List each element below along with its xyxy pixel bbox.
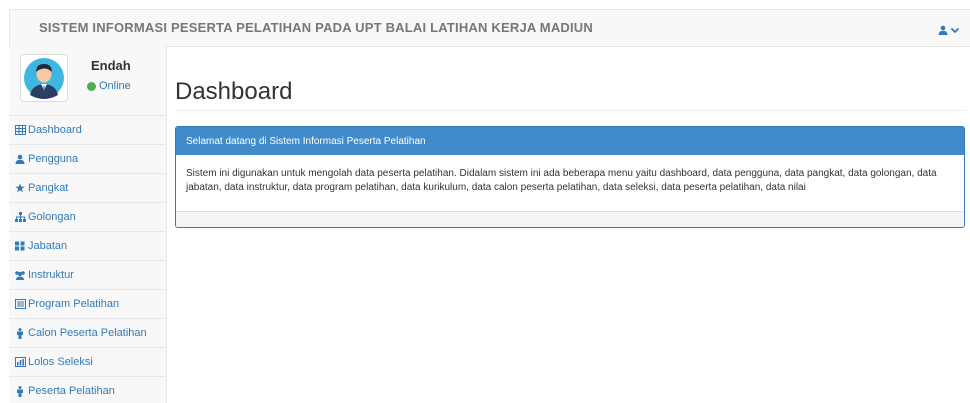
- sidebar-item-lolos-seleksi[interactable]: Lolos Seleksi: [9, 348, 166, 377]
- status-dot-icon: [87, 81, 96, 91]
- sidebar-item-program-pelatihan[interactable]: Program Pelatihan: [9, 290, 166, 319]
- sidebar-item-label: Dashboard: [28, 124, 82, 136]
- top-navbar: SISTEM INFORMASI PESERTA PELATIHAN PADA …: [9, 9, 970, 47]
- user-menu-toggle[interactable]: [938, 22, 960, 40]
- title-divider: [175, 110, 966, 111]
- sidebar-item-label: Program Pelatihan: [28, 298, 120, 310]
- panel-heading: Selamat datang di Sistem Informasi Peser…: [176, 127, 964, 155]
- sidebar: Endah Online Dashboard Pengguna Pangkat …: [9, 46, 167, 403]
- status-label: Online: [99, 80, 131, 92]
- user-icon: [938, 22, 948, 40]
- grid-icon: [14, 240, 26, 252]
- sidebar-item-label: Calon Peserta Pelatihan: [28, 327, 147, 339]
- list-alt-icon: [14, 298, 26, 310]
- sidebar-item-label: Pengguna: [28, 153, 79, 165]
- sidebar-item-label: Pangkat: [28, 182, 69, 194]
- panel-body: Sistem ini digunakan untuk mengolah data…: [186, 168, 937, 193]
- sidebar-item-dashboard[interactable]: Dashboard: [9, 116, 166, 145]
- sidebar-item-golongan[interactable]: Golongan: [9, 203, 166, 232]
- person-icon: [14, 327, 26, 339]
- page-title: Dashboard: [175, 78, 293, 105]
- sidebar-item-label: Instruktur: [28, 269, 74, 281]
- user-name: Endah: [91, 58, 131, 73]
- sidebar-item-label: Jabatan: [28, 240, 68, 252]
- sidebar-item-jabatan[interactable]: Jabatan: [9, 232, 166, 261]
- welcome-panel: Selamat datang di Sistem Informasi Peser…: [175, 126, 965, 228]
- person-icon: [14, 385, 26, 397]
- sidebar-item-label: Lolos Seleksi: [28, 356, 93, 368]
- chevron-down-icon: [950, 22, 960, 40]
- sidebar-item-calon-peserta-pelatihan[interactable]: Calon Peserta Pelatihan: [9, 319, 166, 348]
- sidebar-item-label: Peserta Pelatihan: [28, 385, 115, 397]
- avatar: [20, 54, 68, 102]
- sidebar-item-pengguna[interactable]: Pengguna: [9, 145, 166, 174]
- user-icon: [14, 153, 26, 165]
- user-profile: Endah Online: [9, 46, 166, 116]
- sidebar-item-pangkat[interactable]: Pangkat: [9, 174, 166, 203]
- online-status: Online: [87, 80, 131, 92]
- app-title: SISTEM INFORMASI PESERTA PELATIHAN PADA …: [39, 20, 593, 35]
- sidebar-item-instruktur[interactable]: Instruktur: [9, 261, 166, 290]
- panel-footer: [176, 211, 964, 227]
- sidebar-item-label: Golongan: [28, 211, 76, 223]
- star-icon: [14, 182, 26, 194]
- sitemap-icon: [14, 211, 26, 223]
- bar-chart-icon: [14, 356, 26, 368]
- users-icon: [14, 269, 26, 281]
- sidebar-item-peserta-pelatihan[interactable]: Peserta Pelatihan: [9, 377, 166, 403]
- table-icon: [14, 124, 26, 136]
